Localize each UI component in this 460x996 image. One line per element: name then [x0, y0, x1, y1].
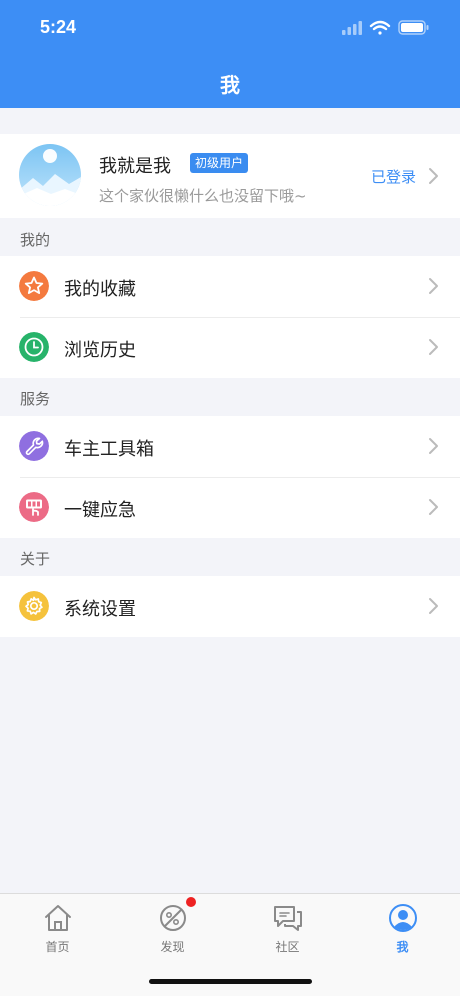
tab-home[interactable]: 首页: [0, 894, 115, 964]
profile-bio: 这个家伙很懒什么也没留下哦~: [99, 187, 307, 205]
profile-card[interactable]: 我就是我 初级用户 这个家伙很懒什么也没留下哦~ 已登录: [0, 134, 460, 218]
chevron-right-icon: [429, 168, 438, 184]
home-icon: [45, 905, 71, 931]
wrench-icon: [19, 431, 49, 461]
menu-item-favorites[interactable]: 我的收藏: [0, 256, 460, 317]
menu-label: 车主工具箱: [64, 439, 154, 460]
menu-label: 系统设置: [64, 599, 136, 620]
tab-me[interactable]: 我: [345, 894, 460, 964]
menu-item-history[interactable]: 浏览历史: [0, 317, 460, 378]
discover-icon: [160, 905, 186, 931]
gear-icon: [19, 591, 49, 621]
page-title: 我: [220, 73, 240, 97]
tab-label: 我: [396, 940, 409, 954]
star-icon: [19, 271, 49, 301]
menu-label: 一键应急: [64, 500, 136, 521]
section-title-mine: 我的: [20, 231, 51, 249]
menu-label: 我的收藏: [64, 279, 136, 300]
tab-community[interactable]: 社区: [230, 894, 345, 964]
avatar-image: [19, 144, 81, 206]
menu-item-settings[interactable]: 系统设置: [0, 576, 460, 637]
level-badge: 初级用户: [190, 153, 249, 173]
community-icon: [274, 906, 302, 931]
login-status[interactable]: 已登录: [371, 166, 416, 187]
wifi-icon: [369, 20, 391, 35]
chevron-right-icon: [429, 339, 438, 355]
chevron-right-icon: [429, 598, 438, 614]
header-bar: 5:24 我: [0, 0, 460, 108]
battery-icon: [398, 20, 429, 35]
section-title-service: 服务: [20, 390, 51, 408]
tab-label: 社区: [275, 940, 300, 954]
notification-dot: [186, 897, 196, 907]
menu-label: 浏览历史: [64, 340, 136, 361]
clock-icon: [19, 332, 49, 362]
profile-name: 我就是我: [99, 156, 171, 177]
avatar[interactable]: [19, 144, 81, 206]
status-time: 5:24: [40, 17, 77, 37]
menu-item-toolbox[interactable]: 车主工具箱: [0, 416, 460, 477]
chevron-right-icon: [429, 278, 438, 294]
user-icon: [389, 904, 417, 932]
menu-group-about: 系统设置: [0, 576, 460, 637]
chevron-right-icon: [429, 438, 438, 454]
status-icons: [342, 20, 429, 35]
signal-icon: [342, 21, 362, 35]
tab-label: 发现: [160, 940, 185, 954]
sos-icon: [19, 492, 49, 522]
tab-discover[interactable]: 发现: [115, 894, 230, 964]
chevron-right-icon: [429, 499, 438, 515]
menu-item-emergency[interactable]: 一键应急: [0, 477, 460, 538]
menu-group-service: 车主工具箱 一键应急: [0, 416, 460, 538]
home-indicator: [149, 979, 312, 984]
tab-label: 首页: [45, 940, 70, 954]
menu-group-mine: 我的收藏 浏览历史: [0, 256, 460, 378]
section-title-about: 关于: [20, 550, 51, 568]
